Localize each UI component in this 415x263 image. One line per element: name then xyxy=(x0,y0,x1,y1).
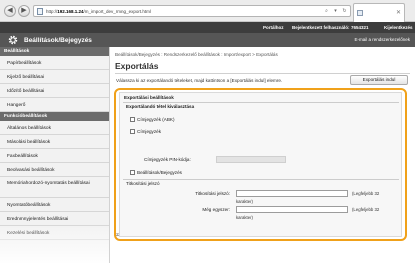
export-settings-title: Exportálási beállítások xyxy=(124,95,174,100)
confirm-hint: (Legfeljebb 32 xyxy=(352,207,380,212)
export-items-title: Exportálandó tétel kiválasztása xyxy=(126,104,195,109)
sidebar-item-timer[interactable]: Időzítő beállításai xyxy=(0,84,109,98)
export-settings-panel: Exportálási beállítások Exportálandó tét… xyxy=(119,92,402,237)
password-input[interactable] xyxy=(236,190,348,197)
refresh-icon[interactable]: ↻ xyxy=(341,8,348,15)
tab-close-icon[interactable]: ✕ xyxy=(396,9,401,16)
sidebar: Beállítások Papírbeállítások Kijelző beá… xyxy=(0,47,110,263)
sidebar-item-scan[interactable]: Beolvasási beállítások xyxy=(0,163,109,177)
checkbox-label: Címjegyzék (ABK) xyxy=(137,117,175,123)
browser-toolbar: ◀ ▶ http://192.168.1.24/m_import_dev_rmn… xyxy=(0,0,415,22)
export-settings-highlight: Exportálási beállítások Exportálandó tét… xyxy=(114,88,407,241)
sidebar-item-general[interactable]: Általános beállítások xyxy=(0,121,109,135)
breadcrumb: Beállítások/Bejegyzés : Rendszerkezelő b… xyxy=(115,52,278,57)
tab-page-icon xyxy=(357,10,363,16)
password-hint-cont: karakter) xyxy=(236,199,253,204)
logged-in-user-value: 7654321 xyxy=(351,25,369,30)
pin-input xyxy=(216,156,286,163)
back-arrow-icon[interactable]: ◀ xyxy=(4,5,16,17)
checkbox-row-address-book[interactable]: Címjegyzék xyxy=(130,129,161,135)
start-export-button[interactable]: Exportálás indul xyxy=(350,75,408,85)
sidebar-heading-settings: Beállítások xyxy=(0,47,109,56)
portal-link[interactable]: Portálhoz xyxy=(263,25,284,30)
sidebar-item-operation[interactable]: Kezelési beállítások xyxy=(0,226,109,240)
main-content: Beállítások/Bejegyzés : Rendszerkezelő b… xyxy=(110,47,415,263)
sidebar-item-copy[interactable]: Másolási beállítások xyxy=(0,135,109,149)
forward-arrow-icon[interactable]: ▶ xyxy=(18,5,30,17)
checkbox-label: Címjegyzék xyxy=(137,129,161,135)
dropdown-icon[interactable]: ▾ xyxy=(332,8,339,15)
checkbox-label: Beállítások/Bejegyzés xyxy=(137,170,182,176)
sidebar-heading-functions: Funkcióbeállítások xyxy=(0,112,109,121)
sidebar-item-volume[interactable]: Hangerő xyxy=(0,98,109,112)
instructions-text: Válassza ki az exportálandó tételeket, m… xyxy=(116,78,283,83)
encryption-password-title: Titkosítási jelszó xyxy=(126,181,160,186)
sidebar-item-fax[interactable]: Faxbeállítások xyxy=(0,149,109,163)
checkbox-settings-registration[interactable] xyxy=(130,170,135,176)
pin-label: Címjegyzék PIN-kódja: xyxy=(144,157,191,162)
page-header: Beállítások/Bejegyzés E-mail a rendszerk… xyxy=(0,33,415,47)
confirm-password-input[interactable] xyxy=(236,206,348,213)
scroll-to-top-icon[interactable]: ⌅ xyxy=(115,231,120,238)
confirm-hint-cont: karakter) xyxy=(236,215,253,220)
top-bar: Portálhoz Bejelentkezett felhasználó: 76… xyxy=(0,22,415,33)
section-divider xyxy=(123,179,399,180)
checkbox-address-book[interactable] xyxy=(130,129,135,135)
header-title: Beállítások/Bejegyzés xyxy=(24,36,92,44)
password-hint: (Legfeljebb 32 xyxy=(352,191,380,196)
checkbox-address-book-abk[interactable] xyxy=(130,117,135,123)
sidebar-item-printer[interactable]: Nyomtatóbeállítások xyxy=(0,198,109,212)
sidebar-item-memory-print[interactable]: Memóriahordozó-nyomtatás beállításai xyxy=(0,177,109,198)
address-bar[interactable]: http://192.168.1.24/m_import_dev_rmng_ex… xyxy=(33,5,351,17)
title-divider xyxy=(115,73,410,74)
sidebar-item-report[interactable]: Erednmnyjelentés beállításai xyxy=(0,212,109,226)
logged-in-user-label: Bejelentkezett felhasználó: xyxy=(292,25,350,30)
checkbox-row-abk[interactable]: Címjegyzék (ABK) xyxy=(130,117,175,123)
password-label: Titkosítási jelszó: xyxy=(195,191,230,196)
browser-tab[interactable]: ✕ xyxy=(353,3,405,22)
section-divider xyxy=(123,102,399,103)
url-text: http://192.168.1.24/m_import_dev_rmng_ex… xyxy=(46,9,151,14)
search-icon[interactable]: ⌕ xyxy=(323,8,330,15)
sidebar-item-paper[interactable]: Papírbeállítások xyxy=(0,56,109,70)
page-icon xyxy=(37,8,43,15)
sidebar-item-display[interactable]: Kijelző beállításai xyxy=(0,70,109,84)
settings-gear-icon xyxy=(8,35,18,45)
confirm-password-label: Még egyszer: xyxy=(202,207,230,212)
logout-link[interactable]: Kijelentkezés xyxy=(384,25,413,30)
checkbox-row-settings[interactable]: Beállítások/Bejegyzés xyxy=(130,170,182,176)
mail-admin-link[interactable]: E-mail a rendszerkezelőnek xyxy=(354,37,410,42)
page-title: Exportálás xyxy=(115,61,159,71)
